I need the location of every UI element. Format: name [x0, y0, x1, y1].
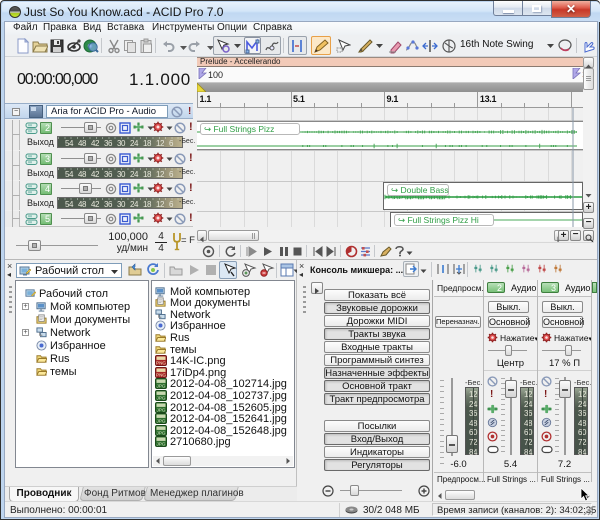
svg-text:JPG: JPG: [157, 442, 166, 447]
svg-text:JPG: JPG: [157, 395, 166, 400]
svg-text:PNG: PNG: [156, 372, 166, 377]
svg-text:PNG: PNG: [156, 360, 166, 365]
svg-text:JPG: JPG: [157, 407, 166, 412]
svg-text:JPG: JPG: [157, 430, 166, 435]
svg-text:JPG: JPG: [157, 384, 166, 389]
svg-text:JPG: JPG: [157, 418, 166, 423]
